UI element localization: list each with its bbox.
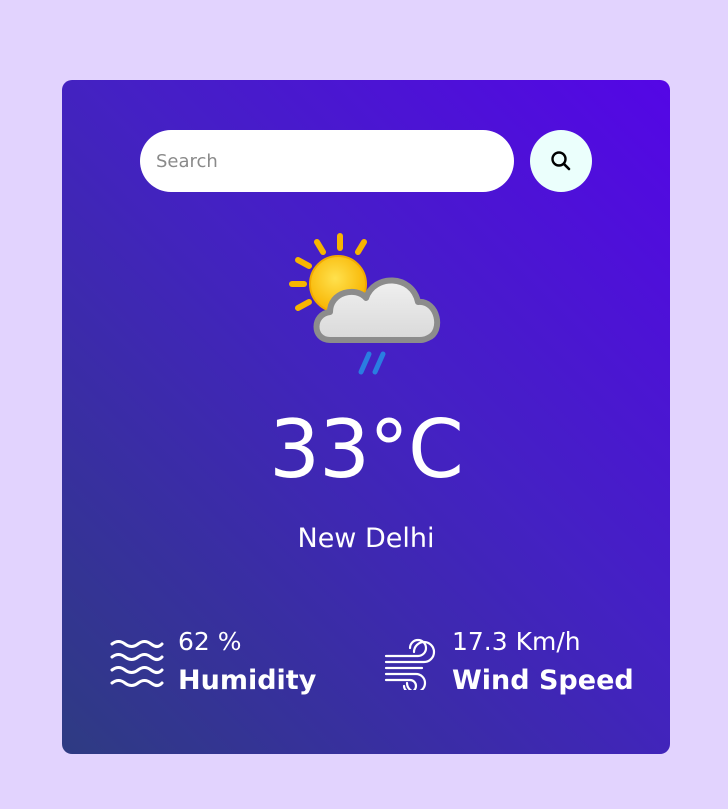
temperature: 33°C [269, 403, 464, 496]
search-button[interactable] [530, 130, 592, 192]
wind-icon [384, 638, 436, 690]
wind-label: Wind Speed [452, 665, 634, 696]
city-name: New Delhi [297, 523, 435, 554]
search-icon [551, 151, 571, 171]
search-bar [140, 130, 592, 192]
humidity-value: 62 % [178, 627, 242, 656]
waves-icon [110, 640, 164, 687]
search-input[interactable] [140, 130, 514, 192]
humidity-label: Humidity [178, 665, 317, 696]
wind-value: 17.3 Km/h [452, 627, 581, 656]
weather-card: 33°C New Delhi 62 % Humidity 17.3 Km/h W… [62, 80, 670, 754]
partly-cloudy-rain-icon [289, 233, 440, 375]
